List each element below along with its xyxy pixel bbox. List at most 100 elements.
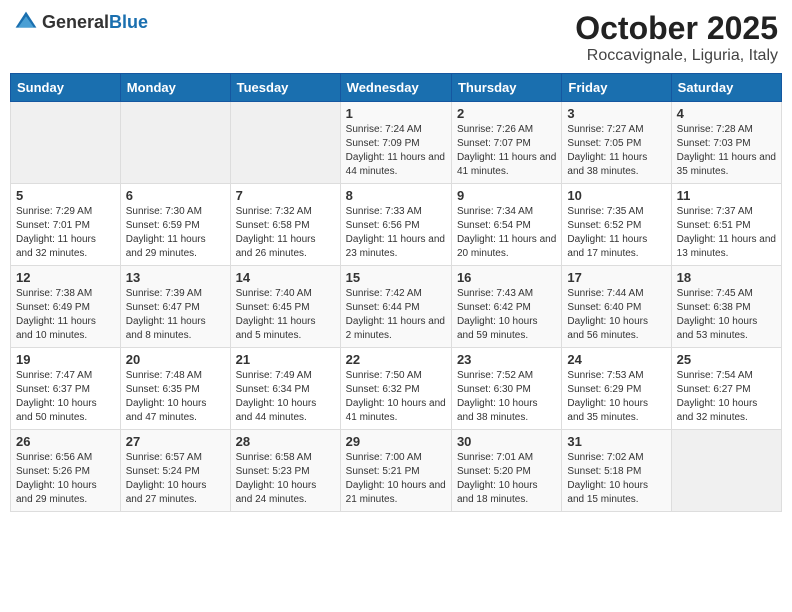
day-info: Sunrise: 7:37 AMSunset: 6:51 PMDaylight:…: [677, 205, 776, 261]
day-info: Sunrise: 7:28 AMSunset: 7:03 PMDaylight:…: [677, 123, 776, 179]
day-number: 5: [16, 188, 115, 203]
day-number: 26: [16, 434, 115, 449]
calendar-cell: 10Sunrise: 7:35 AMSunset: 6:52 PMDayligh…: [562, 184, 671, 266]
calendar-cell: 20Sunrise: 7:48 AMSunset: 6:35 PMDayligh…: [120, 348, 230, 430]
day-info: Sunrise: 7:42 AMSunset: 6:44 PMDaylight:…: [346, 287, 446, 343]
day-info: Sunrise: 7:27 AMSunset: 7:05 PMDaylight:…: [567, 123, 665, 179]
day-info: Sunrise: 7:44 AMSunset: 6:40 PMDaylight:…: [567, 287, 665, 343]
day-number: 6: [126, 188, 225, 203]
day-number: 10: [567, 188, 665, 203]
calendar-cell: [11, 102, 121, 184]
calendar-cell: 9 Sunrise: 7:34 AMSunset: 6:54 PMDaylight…: [451, 184, 561, 266]
day-number: 12: [16, 270, 115, 285]
day-info: Sunrise: 7:34 AMSunset: 6:54 PMDaylight:…: [457, 205, 556, 261]
calendar-cell: [230, 102, 340, 184]
day-info: Sunrise: 7:50 AMSunset: 6:32 PMDaylight:…: [346, 369, 446, 425]
day-number: 17: [567, 270, 665, 285]
calendar-cell: 16 Sunrise: 7:43 AMSunset: 6:42 PMDayligh…: [451, 266, 561, 348]
calendar-week-row: 1 Sunrise: 7:24 AMSunset: 7:09 PMDaylight…: [11, 102, 782, 184]
day-info: Sunrise: 7:26 AMSunset: 7:07 PMDaylight:…: [457, 123, 556, 179]
calendar-cell: 22 Sunrise: 7:50 AMSunset: 6:32 PMDayligh…: [340, 348, 451, 430]
weekday-header: Tuesday: [230, 74, 340, 102]
day-number: 22: [346, 352, 446, 367]
calendar-cell: 7 Sunrise: 7:32 AMSunset: 6:58 PMDaylight…: [230, 184, 340, 266]
calendar-cell: 19Sunrise: 7:47 AMSunset: 6:37 PMDayligh…: [11, 348, 121, 430]
calendar-cell: 15 Sunrise: 7:42 AMSunset: 6:44 PMDayligh…: [340, 266, 451, 348]
calendar-cell: 31Sunrise: 7:02 AMSunset: 5:18 PMDayligh…: [562, 430, 671, 512]
day-number: 25: [677, 352, 776, 367]
calendar-week-row: 19Sunrise: 7:47 AMSunset: 6:37 PMDayligh…: [11, 348, 782, 430]
logo-icon: [14, 10, 38, 34]
day-number: 13: [126, 270, 225, 285]
day-number: 11: [677, 188, 776, 203]
logo: GeneralBlue: [14, 10, 148, 34]
calendar-cell: 8Sunrise: 7:33 AMSunset: 6:56 PMDaylight…: [340, 184, 451, 266]
day-info: Sunrise: 7:48 AMSunset: 6:35 PMDaylight:…: [126, 369, 225, 425]
page-header: GeneralBlue October 2025 Roccavignale, L…: [10, 10, 782, 65]
logo-text-blue: Blue: [109, 12, 148, 32]
day-info: Sunrise: 7:53 AMSunset: 6:29 PMDaylight:…: [567, 369, 665, 425]
calendar-cell: 11 Sunrise: 7:37 AMSunset: 6:51 PMDayligh…: [671, 184, 781, 266]
weekday-header: Monday: [120, 74, 230, 102]
day-info: Sunrise: 7:01 AMSunset: 5:20 PMDaylight:…: [457, 451, 556, 507]
calendar-week-row: 12 Sunrise: 7:38 AMSunset: 6:49 PMDayligh…: [11, 266, 782, 348]
weekday-header: Wednesday: [340, 74, 451, 102]
day-info: Sunrise: 7:32 AMSunset: 6:58 PMDaylight:…: [236, 205, 335, 261]
day-info: Sunrise: 7:30 AMSunset: 6:59 PMDaylight:…: [126, 205, 225, 261]
calendar-cell: 5 Sunrise: 7:29 AMSunset: 7:01 PMDaylight…: [11, 184, 121, 266]
day-number: 29: [346, 434, 446, 449]
day-info: Sunrise: 7:38 AMSunset: 6:49 PMDaylight:…: [16, 287, 115, 343]
calendar-cell: 27 Sunrise: 6:57 AMSunset: 5:24 PMDayligh…: [120, 430, 230, 512]
day-number: 24: [567, 352, 665, 367]
day-info: Sunrise: 7:52 AMSunset: 6:30 PMDaylight:…: [457, 369, 556, 425]
weekday-header: Friday: [562, 74, 671, 102]
day-number: 2: [457, 106, 556, 121]
day-info: Sunrise: 7:00 AMSunset: 5:21 PMDaylight:…: [346, 451, 446, 507]
weekday-header: Saturday: [671, 74, 781, 102]
day-info: Sunrise: 6:58 AMSunset: 5:23 PMDaylight:…: [236, 451, 335, 507]
day-number: 4: [677, 106, 776, 121]
calendar-cell: 18Sunrise: 7:45 AMSunset: 6:38 PMDayligh…: [671, 266, 781, 348]
day-number: 14: [236, 270, 335, 285]
day-info: Sunrise: 7:43 AMSunset: 6:42 PMDaylight:…: [457, 287, 556, 343]
day-number: 23: [457, 352, 556, 367]
month-title: October 2025: [575, 10, 778, 47]
day-number: 16: [457, 270, 556, 285]
calendar-cell: 28 Sunrise: 6:58 AMSunset: 5:23 PMDayligh…: [230, 430, 340, 512]
day-number: 31: [567, 434, 665, 449]
calendar-cell: 12 Sunrise: 7:38 AMSunset: 6:49 PMDayligh…: [11, 266, 121, 348]
day-number: 30: [457, 434, 556, 449]
day-info: Sunrise: 7:24 AMSunset: 7:09 PMDaylight:…: [346, 123, 446, 179]
calendar-cell: 6 Sunrise: 7:30 AMSunset: 6:59 PMDaylight…: [120, 184, 230, 266]
day-info: Sunrise: 7:39 AMSunset: 6:47 PMDaylight:…: [126, 287, 225, 343]
weekday-header-row: SundayMondayTuesdayWednesdayThursdayFrid…: [11, 74, 782, 102]
day-number: 15: [346, 270, 446, 285]
day-info: Sunrise: 6:56 AMSunset: 5:26 PMDaylight:…: [16, 451, 115, 507]
calendar-cell: [671, 430, 781, 512]
day-number: 3: [567, 106, 665, 121]
weekday-header: Thursday: [451, 74, 561, 102]
calendar-cell: 1 Sunrise: 7:24 AMSunset: 7:09 PMDaylight…: [340, 102, 451, 184]
day-number: 7: [236, 188, 335, 203]
day-number: 28: [236, 434, 335, 449]
calendar-cell: 29 Sunrise: 7:00 AMSunset: 5:21 PMDayligh…: [340, 430, 451, 512]
day-info: Sunrise: 6:57 AMSunset: 5:24 PMDaylight:…: [126, 451, 225, 507]
location-title: Roccavignale, Liguria, Italy: [575, 47, 778, 65]
day-number: 27: [126, 434, 225, 449]
calendar-cell: 25Sunrise: 7:54 AMSunset: 6:27 PMDayligh…: [671, 348, 781, 430]
calendar-cell: 26 Sunrise: 6:56 AMSunset: 5:26 PMDayligh…: [11, 430, 121, 512]
calendar-table: SundayMondayTuesdayWednesdayThursdayFrid…: [10, 73, 782, 512]
calendar-cell: 30 Sunrise: 7:01 AMSunset: 5:20 PMDayligh…: [451, 430, 561, 512]
day-info: Sunrise: 7:29 AMSunset: 7:01 PMDaylight:…: [16, 205, 115, 261]
title-block: October 2025 Roccavignale, Liguria, Ital…: [575, 10, 778, 65]
day-info: Sunrise: 7:49 AMSunset: 6:34 PMDaylight:…: [236, 369, 335, 425]
calendar-cell: [120, 102, 230, 184]
calendar-cell: 3 Sunrise: 7:27 AMSunset: 7:05 PMDaylight…: [562, 102, 671, 184]
calendar-cell: 17 Sunrise: 7:44 AMSunset: 6:40 PMDayligh…: [562, 266, 671, 348]
day-number: 9: [457, 188, 556, 203]
day-number: 1: [346, 106, 446, 121]
day-info: Sunrise: 7:33 AMSunset: 6:56 PMDaylight:…: [346, 205, 446, 261]
calendar-cell: 23 Sunrise: 7:52 AMSunset: 6:30 PMDayligh…: [451, 348, 561, 430]
day-info: Sunrise: 7:40 AMSunset: 6:45 PMDaylight:…: [236, 287, 335, 343]
day-number: 18: [677, 270, 776, 285]
